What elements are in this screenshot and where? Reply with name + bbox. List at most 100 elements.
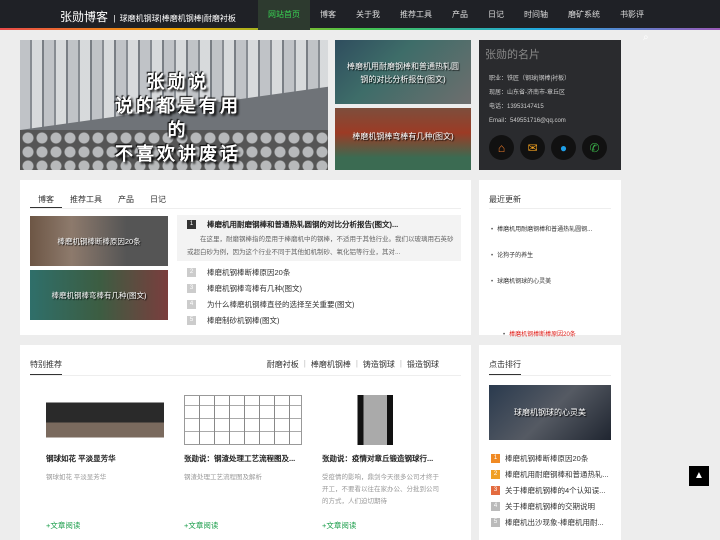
- site-tagline: 球磨机钢球|棒磨机钢棒|耐磨衬板: [119, 14, 236, 23]
- category-link[interactable]: 耐磨衬板: [267, 359, 299, 370]
- recommend-card[interactable]: 张勋说：疫情对章丘锻造钢球行... 受疫情的影响，鼎剑今天很多公司才终于开工，不…: [322, 395, 440, 531]
- list-item-title[interactable]: 棒磨机用耐磨钢棒和普通热轧...: [505, 469, 609, 480]
- rank-badge: 4: [491, 501, 500, 511]
- rank-badge: 3: [187, 283, 196, 293]
- list-item[interactable]: 5 棒磨制砂机钢棒(图文): [187, 312, 355, 328]
- divider: [489, 375, 611, 376]
- nav-timeline[interactable]: 时间轴: [514, 0, 558, 30]
- tab-tools[interactable]: 推荐工具: [62, 192, 110, 209]
- featured-article-title[interactable]: 棒磨机用耐磨钢棒和普通热轧圆钢的对比分析报告(图文)...: [207, 219, 398, 230]
- category-link[interactable]: 棒磨机钢棒: [311, 359, 351, 370]
- recommend-card-image[interactable]: [46, 395, 164, 445]
- profile-region: 现居：山东省-济南市-章丘区: [489, 90, 565, 96]
- list-item[interactable]: 2 棒磨机用耐磨钢棒和普通热轧...: [491, 466, 609, 482]
- list-item-title[interactable]: 棒磨机出沙现象-棒磨机用耐...: [505, 517, 604, 528]
- list-item[interactable]: 棒磨机用耐磨钢棒和普通热轧圆钢...: [491, 224, 592, 250]
- list-item-title[interactable]: 棒磨机钢棒断棒原因20条: [207, 267, 290, 278]
- category-links: 耐磨衬板 | 棒磨机钢棒 | 铸造钢球 | 锻造钢球: [266, 359, 439, 370]
- list-item-title[interactable]: 棒磨制砂机钢棒(图文): [207, 315, 280, 326]
- site-name[interactable]: 张勋博客: [60, 10, 108, 24]
- search-icon[interactable]: ⌕: [643, 32, 655, 44]
- list-item[interactable]: 5 棒磨机出沙现象-棒磨机用耐...: [491, 514, 609, 530]
- nav-tools[interactable]: 推荐工具: [390, 0, 442, 30]
- nav-reviews[interactable]: 书影评: [610, 0, 654, 30]
- category-link[interactable]: 铸造钢球: [363, 359, 395, 370]
- hero-thumb-2[interactable]: 棒磨机钢棒弯棒有几种(图文): [335, 108, 471, 170]
- recommend-card-title[interactable]: 张勋说：钢渣处理工艺流程图及...: [184, 453, 302, 464]
- article-image-2-label[interactable]: 棒磨机钢棒弯棒有几种(图文): [30, 290, 168, 301]
- recommend-card-image[interactable]: [184, 395, 302, 445]
- list-item[interactable]: 论狗子的养生: [491, 250, 592, 276]
- qq-icon[interactable]: ●: [551, 135, 576, 160]
- list-item[interactable]: 3 棒磨机钢棒弯棒有几种(图文): [187, 280, 355, 296]
- top-navbar: 张勋博客 | 球磨机钢球|棒磨机钢棒|耐磨衬板 网站首页 博客 关于我 推荐工具…: [0, 0, 720, 30]
- nav-about[interactable]: 关于我: [346, 0, 390, 30]
- rank-badge: 4: [187, 299, 196, 309]
- featured-article[interactable]: 1 棒磨机用耐磨钢棒和普通热轧圆钢的对比分析报告(图文)... 在这里，耐磨钢棒…: [177, 215, 461, 261]
- tab-diary[interactable]: 日记: [142, 192, 174, 209]
- list-item[interactable]: 3 关于棒磨机钢棒的4个认知误...: [491, 482, 609, 498]
- list-item-title[interactable]: 棒磨机钢棒弯棒有几种(图文): [207, 283, 302, 294]
- slider-caption: 张勋说 说的都是有用的 不喜欢讲废话: [108, 70, 248, 166]
- rank-badge: 2: [187, 267, 196, 277]
- list-item-title[interactable]: 为什么棒磨机钢棒直径的选择至关重要(图文): [207, 299, 355, 310]
- list-item[interactable]: 球磨机钢球的心灵美: [491, 276, 592, 302]
- profile-info: 职业：铁匠（钢球|钢棒|衬板） 现居：山东省-济南市-章丘区 电话：139531…: [489, 72, 570, 128]
- nav-grinding-system[interactable]: 磨矿系统: [558, 0, 610, 30]
- back-to-top-button[interactable]: ▲: [689, 466, 709, 486]
- hero-thumb-2-label[interactable]: 棒磨机钢棒弯棒有几种(图文): [335, 130, 471, 143]
- site-logo[interactable]: 张勋博客 | 球磨机钢球|棒磨机钢棒|耐磨衬板: [60, 8, 236, 25]
- nav-home[interactable]: 网站首页: [258, 0, 310, 30]
- blog-tabs-panel: 博客 推荐工具 产品 日记 棒磨机钢棒断棒原因20条 棒磨机钢棒弯棒有几种(图文…: [20, 180, 471, 335]
- list-item-title[interactable]: 关于棒磨机钢棒的4个认知误...: [505, 485, 605, 496]
- recommend-card[interactable]: 张勋说：钢渣处理工艺流程图及... 钢渣处理工艺流程图及解析 +文章阅读: [184, 395, 302, 531]
- article-image-2[interactable]: 棒磨机钢棒弯棒有几种(图文): [30, 270, 168, 320]
- recommend-card-excerpt: 钢球如花 平淡显芳华: [46, 474, 107, 481]
- caption-line-2: 说的都是有用的: [115, 96, 241, 140]
- content-tabs: 博客 推荐工具 产品 日记: [30, 192, 174, 209]
- read-more-link[interactable]: +文章阅读: [322, 520, 440, 531]
- special-recommend-panel: 特别推荐 耐磨衬板 | 棒磨机钢棒 | 铸造钢球 | 锻造钢球 钢球如花 平淡显芳华 …: [20, 345, 471, 540]
- read-more-link[interactable]: +文章阅读: [46, 520, 164, 531]
- ranking-image-label[interactable]: 球磨机钢球的心灵美: [489, 407, 611, 418]
- hero-thumb-1[interactable]: 棒磨机用耐磨钢棒和普通热轧圆钢的对比分析报告(图文): [335, 40, 471, 104]
- mail-icon[interactable]: ✉: [520, 135, 545, 160]
- nav-products[interactable]: 产品: [442, 0, 478, 30]
- read-more-link[interactable]: +文章阅读: [184, 520, 302, 531]
- list-item[interactable]: 4 为什么棒磨机钢棒直径的选择至关重要(图文): [187, 296, 355, 312]
- nav-diary[interactable]: 日记: [478, 0, 514, 30]
- recent-updates-panel: 最近更新 棒磨机用耐磨钢棒和普通热轧圆钢... 棒磨机钢棒断棒原因20条 论狗子…: [479, 180, 621, 338]
- rank-badge: 1: [187, 220, 196, 229]
- caption-line-1: 张勋说: [146, 72, 210, 92]
- article-image-1[interactable]: 棒磨机钢棒断棒原因20条: [30, 216, 168, 266]
- ranking-image[interactable]: 球磨机钢球的心灵美: [489, 385, 611, 440]
- article-list: 2 棒磨机钢棒断棒原因20条 3 棒磨机钢棒弯棒有几种(图文) 4 为什么棒磨机钢棒直…: [187, 264, 355, 328]
- click-ranking-title: 点击排行: [489, 359, 521, 376]
- list-item[interactable]: 4 关于棒磨机钢棒的交期说明: [491, 498, 609, 514]
- tab-products[interactable]: 产品: [110, 192, 142, 209]
- home-icon[interactable]: ⌂: [489, 135, 514, 160]
- list-item-title[interactable]: 关于棒磨机钢棒的交期说明: [505, 501, 595, 512]
- nav-blog[interactable]: 博客: [310, 0, 346, 30]
- rank-badge: 2: [491, 469, 500, 479]
- profile-icons: ⌂ ✉ ● ✆: [489, 135, 607, 160]
- category-link[interactable]: 锻造钢球: [407, 359, 439, 370]
- recommend-card-title[interactable]: 张勋说：疫情对章丘锻造钢球行...: [322, 453, 440, 464]
- recommend-card-title[interactable]: 钢球如花 平淡显芳华: [46, 453, 164, 464]
- divider: [30, 375, 461, 376]
- tab-blog[interactable]: 博客: [30, 192, 62, 209]
- article-image-1-label[interactable]: 棒磨机钢棒断棒原因20条: [30, 236, 168, 247]
- rank-badge: 5: [491, 517, 500, 527]
- wechat-icon[interactable]: ✆: [582, 135, 607, 160]
- list-item[interactable]: 1 棒磨机钢棒断棒原因20条: [491, 450, 609, 466]
- list-item[interactable]: 2 棒磨机钢棒断棒原因20条: [187, 264, 355, 280]
- hero-slider[interactable]: 张勋说 说的都是有用的 不喜欢讲废话: [20, 40, 328, 170]
- profile-job: 职业：铁匠（钢球|钢棒|衬板）: [489, 76, 571, 82]
- caption-line-3: 不喜欢讲废话: [115, 144, 241, 164]
- recommend-card-image[interactable]: [322, 395, 440, 445]
- featured-article-excerpt: 在这里，耐磨钢棒指的是用于棒磨机中的钢棒，不适用于其他行业。我们以玻璃用石英砂或…: [187, 236, 454, 256]
- list-item-title[interactable]: 棒磨机钢棒断棒原因20条: [505, 453, 588, 464]
- main-nav: 网站首页 博客 关于我 推荐工具 产品 日记 时间轴 磨矿系统 书影评: [258, 0, 654, 30]
- recommend-card[interactable]: 钢球如花 平淡显芳华 钢球如花 平淡显芳华 +文章阅读: [46, 395, 164, 531]
- hero-thumb-1-label[interactable]: 棒磨机用耐磨钢棒和普通热轧圆钢的对比分析报告(图文): [335, 60, 471, 86]
